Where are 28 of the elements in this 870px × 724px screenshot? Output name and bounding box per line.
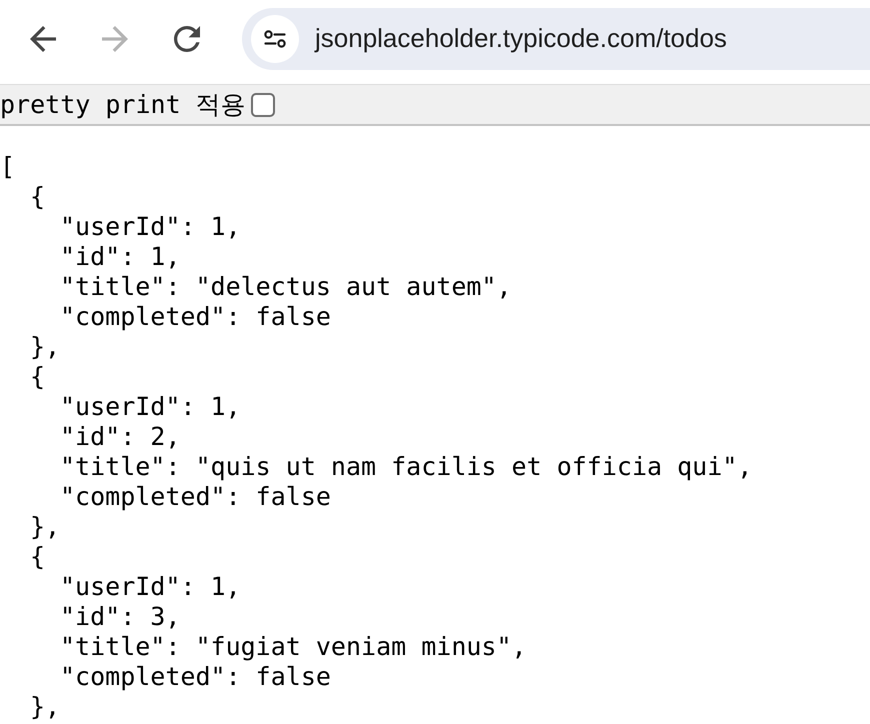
code-line: "title": "quis ut nam facilis et officia qui", [60,452,752,482]
code-line: "id": 3, [60,602,180,632]
site-info-button[interactable] [251,15,299,63]
pretty-print-checkbox[interactable] [250,92,275,116]
code-line: "id": 2, [60,422,180,452]
code-line: { [30,362,46,392]
code-line: "title": "fugiat veniam minus", [60,632,527,662]
code-line: }, [30,512,60,542]
code-line: }, [30,332,60,362]
code-line: "completed": false [60,482,331,512]
sliders-icon [264,30,286,48]
url-text: jsonplaceholder.typicode.com/todos [315,23,727,55]
code-line: "id": 1, [60,242,180,272]
code-line: }, [30,692,60,722]
right-arrow-icon [102,26,128,52]
pretty-print-label: pretty print 적용 [0,90,246,120]
code-line: "completed": false [60,662,331,692]
reload-icon [174,26,200,52]
code-line: "title": "delectus aut autem", [60,272,512,302]
code-line: { [30,182,46,212]
code-line: "userId": 1, [60,212,241,242]
code-line: { [30,542,46,572]
left-arrow-icon [30,26,56,52]
code-line: "userId": 1, [60,572,241,602]
address-bar[interactable]: jsonplaceholder.typicode.com/todos [242,8,870,70]
code-line: "completed": false [60,302,331,332]
code-line: [ [0,152,16,182]
code-line: "userId": 1, [60,392,241,422]
